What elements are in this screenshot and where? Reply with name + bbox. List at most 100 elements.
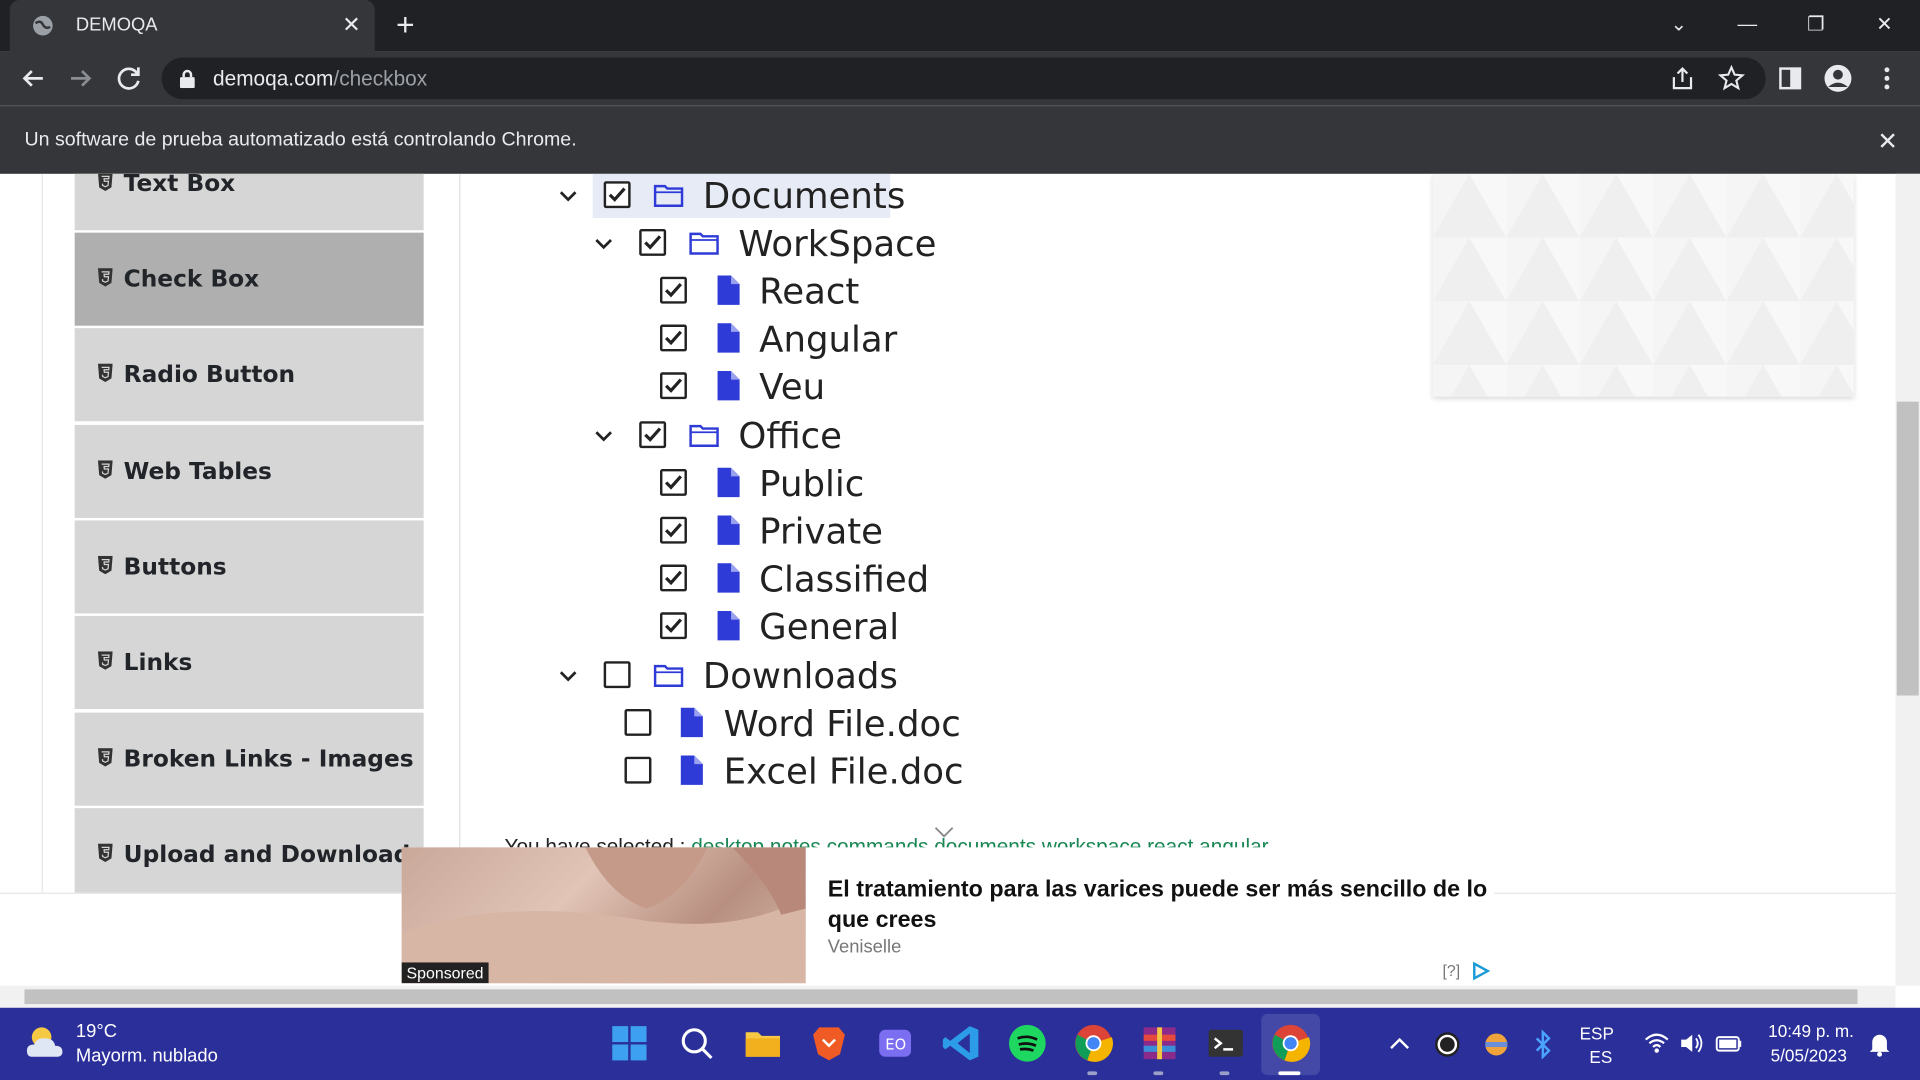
checked-checkbox[interactable] [660, 564, 687, 592]
chevron-down-icon[interactable] [557, 185, 579, 207]
file-icon [680, 707, 703, 738]
tree-node-label[interactable]: Private [759, 511, 883, 553]
folder-icon [653, 664, 684, 687]
wifi-icon[interactable] [1643, 1032, 1670, 1054]
volume-icon[interactable] [1679, 1032, 1706, 1054]
close-window-button[interactable]: ✕ [1866, 7, 1903, 44]
ad-help[interactable]: [?] [1442, 961, 1460, 979]
chrome-icon[interactable] [1073, 1022, 1115, 1064]
checked-checkbox[interactable] [639, 228, 667, 256]
tree-node: Veu [0, 365, 1102, 409]
checked-checkbox[interactable] [660, 516, 687, 544]
unchecked-checkbox[interactable] [603, 661, 631, 689]
tab-search-icon[interactable]: ⌄ [1660, 7, 1697, 44]
cloudy-night-icon[interactable] [24, 1025, 66, 1062]
share-icon[interactable] [1668, 64, 1697, 93]
running-indicator [1153, 1071, 1164, 1076]
tree-node-label[interactable]: WorkSpace [738, 223, 936, 265]
browser-tab[interactable]: DEMOQA ✕ [9, 0, 375, 52]
reload-icon[interactable] [111, 61, 145, 95]
checked-checkbox[interactable] [660, 276, 687, 304]
tree-node-label[interactable]: Veu [759, 366, 825, 408]
horizontal-scrollbar[interactable] [0, 985, 1896, 1008]
checked-checkbox[interactable] [660, 324, 687, 352]
notes-app-icon[interactable]: EO [874, 1022, 916, 1064]
tree-node: Office [0, 414, 1102, 458]
tree-node-label[interactable]: Angular [759, 318, 897, 360]
new-tab-button[interactable]: + [389, 9, 421, 42]
windows-start-icon[interactable] [609, 1022, 651, 1064]
bluetooth-icon[interactable] [1533, 1029, 1553, 1060]
restore-button[interactable]: ❐ [1798, 7, 1835, 44]
svg-text:EO: EO [885, 1036, 906, 1053]
checked-checkbox[interactable] [660, 612, 687, 640]
tree-node-label[interactable]: Documents [703, 175, 905, 217]
file-explorer-icon[interactable] [742, 1022, 784, 1064]
winrar-icon[interactable] [1139, 1022, 1181, 1064]
active-indicator [1278, 1071, 1301, 1076]
chrome-active-icon[interactable] [1270, 1022, 1312, 1064]
browser-toolbar: demoqa.com/checkbox [0, 51, 1920, 106]
sponsored-ad[interactable]: Sponsored El tratamiento para las varice… [401, 847, 1494, 984]
terminal-icon[interactable] [1205, 1022, 1247, 1064]
tree-node: Private [0, 509, 1102, 553]
battery-icon[interactable] [1714, 1032, 1743, 1054]
file-icon [717, 323, 740, 353]
ad-headline[interactable]: El tratamiento para las varices puede se… [828, 874, 1489, 935]
sidebar-item[interactable]: Upload and Download [74, 808, 424, 902]
chevron-down-icon[interactable] [593, 233, 615, 255]
clock-date[interactable]: 5/05/2023 [1771, 1046, 1847, 1066]
ad-collapse-icon[interactable] [933, 825, 955, 840]
checked-checkbox[interactable] [660, 468, 687, 496]
checked-checkbox[interactable] [660, 372, 687, 400]
tree-node-label[interactable]: Classified [759, 558, 929, 600]
language-code[interactable]: ESP [1580, 1024, 1614, 1044]
forward-icon[interactable] [64, 61, 98, 95]
windows-taskbar: 19°C Mayorm. nublado EO ESP ES 10:49 p. … [0, 1007, 1920, 1080]
spotify-icon[interactable] [1007, 1022, 1049, 1064]
tray-app-icon[interactable] [1483, 1031, 1510, 1058]
folder-icon [689, 424, 719, 447]
file-icon [717, 275, 740, 305]
unchecked-checkbox[interactable] [624, 708, 652, 736]
tree-node-label[interactable]: Word File.doc [724, 703, 961, 745]
search-icon[interactable] [676, 1022, 718, 1064]
chevron-up-icon[interactable] [1389, 1035, 1411, 1052]
ad-source: Veniselle [827, 936, 902, 958]
notification-icon[interactable] [1867, 1031, 1891, 1058]
profile-icon[interactable] [1823, 64, 1852, 93]
tree-node-label[interactable]: React [759, 271, 859, 313]
tree-node-label[interactable]: Downloads [703, 655, 898, 697]
close-tab-icon[interactable]: ✕ [338, 11, 365, 38]
chevron-down-icon[interactable] [593, 425, 615, 447]
close-infobar-icon[interactable]: ✕ [1877, 126, 1898, 157]
weather-temp: 19°C [75, 1021, 117, 1043]
brave-browser-icon[interactable] [808, 1022, 850, 1064]
vertical-scrollbar[interactable] [1895, 173, 1920, 986]
side-panel-icon[interactable] [1776, 64, 1805, 93]
tree-node: Word File.doc [0, 702, 1102, 746]
tree-node-label[interactable]: Public [759, 463, 864, 505]
menu-icon[interactable] [1872, 64, 1901, 93]
bookmark-star-icon[interactable] [1717, 64, 1746, 93]
vertical-scroll-thumb[interactable] [1896, 401, 1919, 696]
infobar-message: Un software de prueba automatizado está … [24, 129, 577, 151]
tree-node-label[interactable]: Excel File.doc [724, 751, 964, 793]
unchecked-checkbox[interactable] [624, 756, 652, 784]
chevron-down-icon[interactable] [557, 665, 579, 687]
keyboard-layout[interactable]: ES [1589, 1047, 1612, 1067]
address-bar[interactable]: demoqa.com/checkbox [161, 57, 1766, 100]
ad-image[interactable]: Sponsored [401, 847, 806, 984]
back-icon[interactable] [16, 61, 50, 95]
adchoices-icon[interactable] [1469, 961, 1491, 981]
clock-time[interactable]: 10:49 p. m. [1768, 1021, 1854, 1041]
minimize-button[interactable]: — [1729, 7, 1766, 44]
obs-icon[interactable] [1434, 1031, 1461, 1058]
vscode-icon[interactable] [940, 1022, 982, 1064]
pattern-background [1432, 173, 1854, 397]
checked-checkbox[interactable] [603, 181, 631, 209]
horizontal-scroll-thumb[interactable] [24, 989, 1858, 1005]
tree-node-label[interactable]: General [759, 606, 899, 648]
tree-node-label[interactable]: Office [738, 415, 842, 457]
checked-checkbox[interactable] [639, 421, 667, 449]
